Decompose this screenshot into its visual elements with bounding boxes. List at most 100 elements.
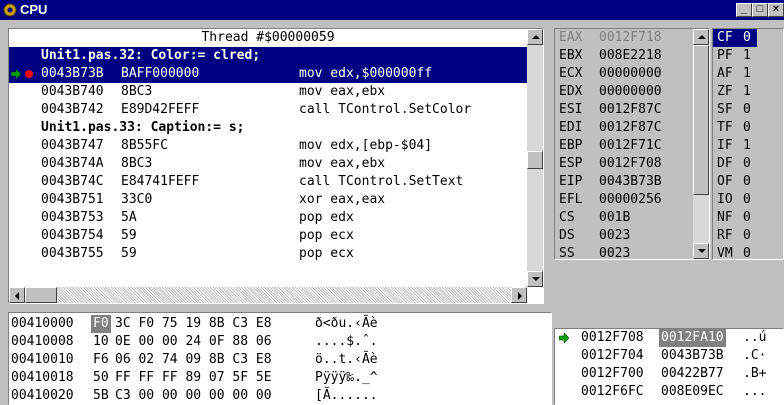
maximize-button[interactable]: □ [752,3,768,17]
flag-row[interactable]: NF 0 [713,209,783,227]
dump-row[interactable]: 00410020 5B C3 00 00 00 00 00 00 [Ã...... [9,387,549,404]
stack-value[interactable]: 0012FA10 [659,329,726,347]
disassembly-vscrollbar[interactable] [527,29,543,287]
source-line[interactable]: Unit1.pas.32: Color:= clred; [9,47,527,65]
minimize-button[interactable]: _ [736,3,752,17]
scroll-down-button[interactable] [527,271,543,287]
flag-value: 1 [743,138,751,153]
flag-row[interactable]: OF 0 [713,173,783,191]
disasm-row[interactable]: 0043B740 8BC3 mov eax,ebx [9,83,527,101]
register-row[interactable]: EDI 0012F87C [555,119,693,137]
scroll-up-button[interactable] [527,29,543,45]
instruction-mnemonic: pop ecx [299,228,354,243]
instruction-bytes: E84741FEFF [121,174,200,189]
flag-row[interactable]: ZF 1 [713,83,783,101]
register-name: EIP [559,174,583,189]
register-row[interactable]: DS 0023 [555,227,693,245]
register-row[interactable]: EIP 0043B73B [555,173,693,191]
register-name: EBP [559,138,583,153]
arrow-up-icon [532,35,540,39]
flag-row[interactable]: TF 0 [713,119,783,137]
memory-dump-pane[interactable]: 00410000 F0 3C F0 75 19 8B C3 E8 ð<ðu.‹Ãè 00… [8,312,552,405]
flag-row[interactable]: CF 0 [713,29,757,47]
register-value: 001B [599,210,631,225]
register-row[interactable]: ECX 00000000 [555,65,693,83]
dump-first-byte[interactable]: F6 [91,351,111,369]
window-titlebar[interactable]: CPU _ □ × [0,0,784,20]
flag-row[interactable]: IO 0 [713,191,783,209]
flag-value: 1 [743,48,751,63]
scroll-thumb[interactable] [527,151,543,169]
dump-first-byte[interactable]: 10 [91,333,111,351]
dump-row[interactable]: 00410010 F6 06 02 74 09 8B C3 E8 ö..t.‹Ãè [9,351,549,369]
register-row[interactable]: EFL 00000256 [555,191,693,209]
dump-first-byte[interactable]: 50 [91,369,111,387]
disasm-row[interactable]: 0043B742 E89D42FEFF call TControl.SetColor [9,101,527,119]
flag-value: 0 [743,174,751,189]
registers-vscrollbar[interactable] [693,29,709,259]
stack-pane[interactable]: 0012F708 0012FA10 ..ú 0012F704 0043B73B .C· 00… [554,328,784,405]
close-button[interactable]: × [768,3,784,17]
instruction-address: 0043B747 [41,138,104,153]
reg-scroll-up-button[interactable] [693,29,709,45]
disasm-row[interactable]: 0043B755 59 pop ecx [9,245,527,263]
instruction-mnemonic: pop ecx [299,246,354,261]
scroll-right-button[interactable] [511,287,527,303]
breakpoint-dot-icon[interactable] [25,70,33,78]
disasm-row[interactable]: 0043B73B BAFF000000 mov edx,$000000ff [9,65,527,83]
register-row[interactable]: EBX 008E2218 [555,47,693,65]
stack-row[interactable]: 0012F704 0043B73B .C· [555,347,783,365]
flag-row[interactable]: IF 1 [713,137,783,155]
disasm-row[interactable]: 0043B74C E84741FEFF call TControl.SetText [9,173,527,191]
flag-row[interactable]: SF 0 [713,101,783,119]
register-row[interactable]: EDX 00000000 [555,83,693,101]
flags-pane[interactable]: CF 0 PF 1 AF 1 ZF 1 SF 0 TF 0 IF 1 DF 0 OF 0 IO 0 NF 0 RF 0 VM 0 A… [712,28,784,260]
flag-row[interactable]: AF 1 [713,65,783,83]
register-row[interactable]: EBP 0012F71C [555,137,693,155]
dump-first-byte[interactable]: 5B [91,387,111,404]
stack-address: 0012F704 [581,348,644,363]
register-row[interactable]: ESP 0012F708 [555,155,693,173]
stack-value[interactable]: 0043B73B [659,347,726,365]
disasm-row[interactable]: 0043B753 5A pop edx [9,209,527,227]
disassembly-pane[interactable]: Thread #$00000059 Unit1.pas.32: Color:= … [8,28,544,304]
disasm-row[interactable]: 0043B74A 8BC3 mov eax,ebx [9,155,527,173]
stack-pointer-arrow-icon [559,333,569,343]
scroll-left-button[interactable] [9,287,25,303]
stack-row[interactable]: 0012F700 00422B77 .B+ [555,365,783,383]
registers-pane[interactable]: EAX 0012F718 EBX 008E2218 ECX 00000000 EDX 0000… [554,28,710,260]
dump-row[interactable]: 00410000 F0 3C F0 75 19 8B C3 E8 ð<ðu.‹Ãè [9,315,549,333]
reg-scroll-thumb[interactable] [693,45,709,195]
flag-name: OF [717,174,733,189]
dump-first-byte[interactable]: F0 [91,315,111,333]
flag-row[interactable]: RF 0 [713,227,783,245]
register-value: 008E2218 [599,48,662,63]
stack-value[interactable]: 008E09EC [659,383,726,401]
disasm-row[interactable]: 0043B754 59 pop ecx [9,227,527,245]
stack-ascii: ..ú [743,330,767,345]
dump-hex-bytes: 3C F0 75 19 8B C3 E8 [115,316,272,331]
register-row[interactable]: EAX 0012F718 [555,29,693,47]
register-row[interactable]: CS 001B [555,209,693,227]
hscroll-thumb[interactable] [25,287,57,303]
stack-row[interactable]: 0012F708 0012FA10 ..ú [555,329,783,347]
dump-row[interactable]: 00410018 50 FF FF FF 89 07 5F 5E Pÿÿÿ‰._^ [9,369,549,387]
dump-ascii: ....$.ˆ. [315,334,378,349]
flag-row[interactable]: PF 1 [713,47,783,65]
stack-value[interactable]: 00422B77 [659,365,726,383]
register-row[interactable]: ESI 0012F87C [555,101,693,119]
disasm-row[interactable]: 0043B751 33C0 xor eax,eax [9,191,527,209]
stack-row[interactable]: 0012F6FC 008E09EC... [555,383,783,401]
flag-name: ZF [717,84,733,99]
register-name: EAX [559,30,583,45]
disassembly-hscrollbar[interactable] [9,287,527,303]
flag-row[interactable]: DF 0 [713,155,783,173]
register-row[interactable]: SS 0023 [555,245,693,259]
arrow-down-icon [532,277,540,281]
disasm-row[interactable]: 0043B747 8B55FC mov edx,[ebp-$04] [9,137,527,155]
source-line[interactable]: Unit1.pas.33: Caption:= s; [9,119,527,137]
instruction-bytes: E89D42FEFF [121,102,200,117]
reg-scroll-down-button[interactable] [693,243,709,259]
dump-row[interactable]: 00410008 10 0E 00 00 24 0F 88 06 ....$.ˆ. [9,333,549,351]
flag-row[interactable]: VM 0 [713,245,783,259]
